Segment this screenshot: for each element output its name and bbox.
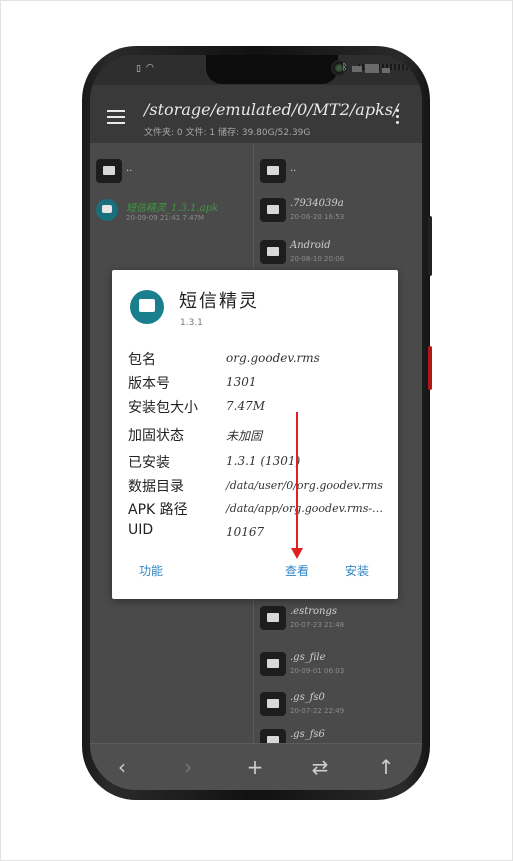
status-blurred [382, 68, 390, 73]
up-directory-button[interactable]: ↑ [371, 752, 401, 782]
folder-icon [260, 692, 286, 716]
info-label: 数据目录 [128, 479, 184, 495]
file-meta: 20-08-10 20:06 [290, 255, 345, 263]
folder-icon [260, 652, 286, 676]
bluetooth-icon: ᛒ [342, 63, 348, 73]
info-value: 7.47M [226, 399, 266, 413]
file-meta: 20-07-23 21:48 [290, 621, 345, 629]
view-button[interactable]: 查看 [285, 562, 309, 579]
folder-icon [260, 606, 286, 630]
info-value: 1301 [226, 375, 257, 389]
annotation-arrow [296, 412, 298, 550]
apk-info-dialog: 短信精灵 1.3.1 包名 org.goodev.rms 版本号 1301 安装… [112, 270, 398, 599]
function-button[interactable]: 功能 [139, 562, 163, 579]
back-button[interactable]: ‹ [107, 752, 137, 782]
storage-summary: 文件夹: 0 文件: 1 储存: 39.80G/52.39G [144, 128, 311, 138]
info-value: /data/app/org.goodev.rms-… [226, 502, 384, 515]
info-value: org.goodev.rms [226, 351, 320, 365]
notch [206, 55, 418, 84]
add-button[interactable]: + [240, 752, 270, 782]
file-name: .. [126, 163, 133, 174]
file-name: 短信精灵_1.3.1.apk [126, 203, 219, 214]
info-value: /data/user/0/org.goodev.rms [226, 479, 383, 492]
forward-button[interactable]: › [173, 752, 203, 782]
file-name: Android [290, 240, 331, 251]
file-meta: 20-07-22 22:49 [290, 707, 345, 715]
file-meta: 20-06-20 16:53 [290, 213, 345, 221]
folder-icon [260, 198, 286, 222]
bottom-toolbar: ‹ › + ⇄ ↑ [90, 743, 422, 790]
info-label: 版本号 [128, 376, 170, 392]
install-button[interactable]: 安装 [345, 562, 369, 579]
info-label: APK 路径 [128, 502, 188, 518]
info-value: 1.3.1 (1301) [226, 454, 301, 468]
dialog-version: 1.3.1 [180, 318, 203, 328]
file-name: .. [290, 163, 297, 174]
info-label: 已安装 [128, 455, 170, 471]
file-meta: 20-09-01 06:03 [290, 667, 345, 675]
wifi-icon: ◠ [146, 63, 154, 73]
sim-icon: ▯ [136, 64, 141, 74]
power-button [428, 346, 432, 390]
status-bar: ▯ ◠ ᛒ [90, 55, 422, 85]
app-bar: /storage/emulated/0/MT2/apks/ 文件夹: 0 文件:… [90, 85, 422, 143]
annotation-arrow-head [291, 548, 303, 559]
folder-icon [260, 240, 286, 264]
info-label: 包名 [128, 352, 156, 368]
menu-icon[interactable] [107, 110, 125, 124]
dialog-title: 短信精灵 [179, 291, 259, 312]
folder-icon [96, 159, 122, 183]
status-blurred [365, 64, 379, 73]
folder-icon [260, 159, 286, 183]
info-label: 加固状态 [128, 428, 184, 444]
more-icon[interactable] [396, 109, 400, 127]
file-name: .7934039a [290, 198, 344, 209]
file-name: .gs_fs6 [290, 729, 325, 740]
info-label: UID [128, 522, 154, 538]
swap-panes-button[interactable]: ⇄ [305, 752, 335, 782]
status-blurred [352, 66, 362, 72]
file-meta: 20-09-09 21:41 7.47M [126, 214, 205, 222]
app-icon [130, 290, 164, 324]
info-value: 10167 [226, 525, 265, 539]
file-name: .gs_file [290, 652, 326, 663]
info-label: 安装包大小 [128, 400, 198, 416]
info-value: 未加固 [226, 429, 263, 443]
file-name: .gs_fs0 [290, 692, 325, 703]
volume-button [428, 216, 432, 276]
path-title[interactable]: /storage/emulated/0/MT2/apks/ [144, 100, 398, 119]
apk-file-icon [96, 199, 118, 221]
file-name: .estrongs [290, 606, 338, 617]
